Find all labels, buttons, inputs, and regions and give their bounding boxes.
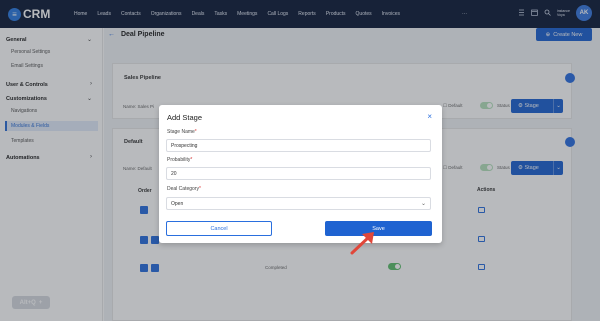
probability-label-text: Probability xyxy=(167,157,191,163)
stage-name-input[interactable]: Prospecting xyxy=(166,139,431,152)
close-icon[interactable]: × xyxy=(427,112,432,121)
deal-category-value: Open xyxy=(171,201,184,207)
modal-title: Add Stage xyxy=(167,113,203,122)
stage-name-label-text: Stage Name xyxy=(167,129,195,135)
cancel-button[interactable]: Cancel xyxy=(166,221,272,236)
annotation-arrow-icon xyxy=(348,228,378,258)
probability-label: Probability* xyxy=(167,157,193,163)
deal-category-label: Deal Category* xyxy=(167,186,201,192)
add-stage-modal: Add Stage × Stage Name* Prospecting Prob… xyxy=(159,105,442,243)
save-button[interactable]: Save xyxy=(325,221,432,236)
deal-category-label-text: Deal Category xyxy=(167,186,199,192)
deal-category-select[interactable]: Open ⌄ xyxy=(166,197,431,210)
chevron-down-icon: ⌄ xyxy=(420,201,426,207)
probability-input[interactable]: 20 xyxy=(166,167,431,180)
stage-name-label: Stage Name* xyxy=(167,129,197,135)
